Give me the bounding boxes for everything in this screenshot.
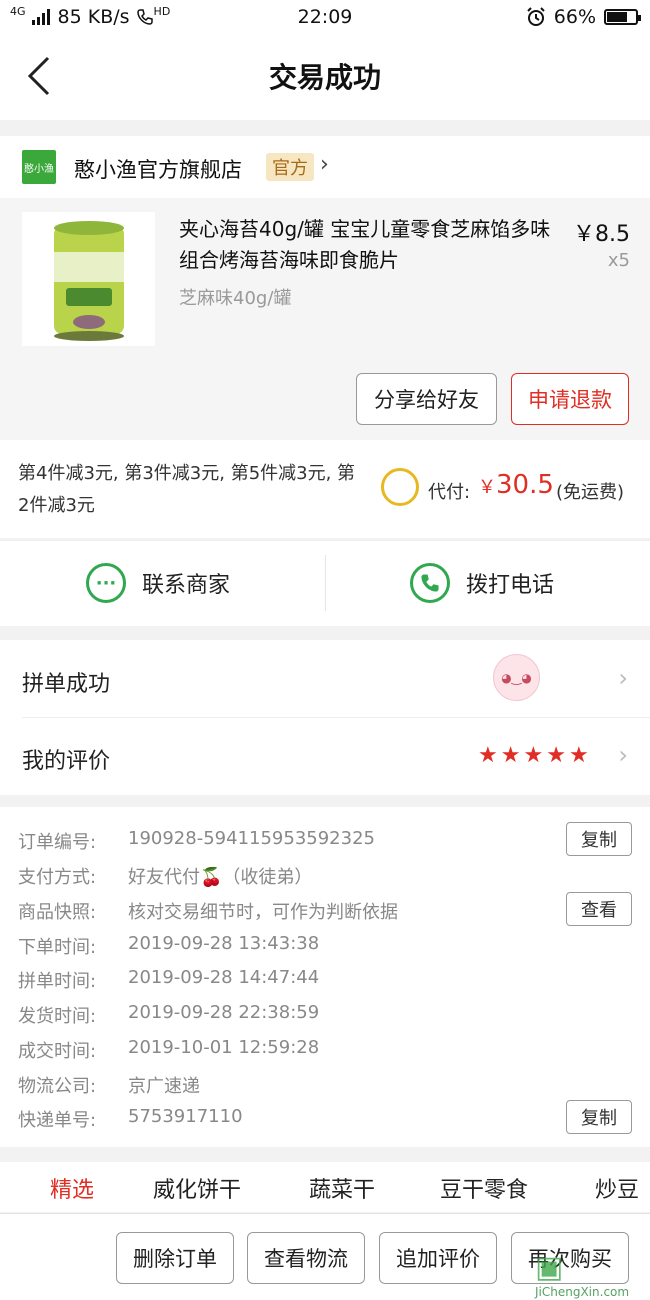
currency-symbol: ￥: [478, 477, 496, 498]
view-logistics-button[interactable]: 查看物流: [247, 1232, 365, 1284]
page-title: 交易成功: [268, 61, 381, 94]
detail-value: 核对交易细节时，可作为判断依据: [128, 902, 398, 923]
detail-key: 商品快照:: [18, 902, 97, 923]
detail-row-deal-time: 成交时间: 2019-10-01 12:59:28: [18, 1037, 319, 1063]
shop-name: 憨小渔官方旗舰店: [74, 158, 242, 182]
contact-merchant-button[interactable]: ··· 联系商家: [86, 563, 230, 603]
nav-bar: 交易成功: [0, 34, 650, 120]
detail-value: 京广速递: [128, 1076, 200, 1097]
copy-order-id-button[interactable]: 复制: [566, 822, 632, 856]
group-review-card: 拼单成功 ◕‿◕ › 我的评价 ★ ★ ★ ★ ★ ›: [0, 640, 650, 795]
detail-value: 2019-09-28 14:47:44: [128, 967, 320, 988]
product-price: ￥8.5: [573, 222, 630, 247]
product-card[interactable]: 夹心海苔40g/罐 宝宝儿童零食芝麻馅多味组合烤海苔海味即食脆片 芝麻味40g/…: [0, 198, 650, 440]
call-button[interactable]: 拨打电话: [410, 563, 554, 603]
call-label: 拨打电话: [466, 573, 555, 598]
pay-amount: ￥30.5: [478, 470, 554, 500]
refund-button[interactable]: 申请退款: [511, 373, 629, 425]
detail-row-payment: 支付方式: 好友代付🍒（收徒弟）: [18, 863, 312, 889]
detail-value: 2019-10-01 12:59:28: [128, 1037, 320, 1058]
copy-tracking-button[interactable]: 复制: [566, 1100, 632, 1134]
star-icon: ★: [478, 743, 498, 768]
amount-value: 30.5: [496, 470, 554, 500]
seaweed-can-image: [54, 221, 124, 341]
chevron-right-icon[interactable]: ›: [618, 664, 628, 692]
watermark-logo: ▣: [535, 1250, 564, 1285]
my-review-label[interactable]: 我的评价: [22, 743, 110, 775]
star-icon: ★: [500, 743, 521, 768]
battery-icon: [604, 9, 641, 25]
detail-key: 下单时间:: [18, 937, 97, 958]
chat-icon: ···: [86, 563, 126, 603]
status-bar: 4G 85 KB/s HD 22:09 66%: [0, 0, 650, 34]
detail-row-group-time: 拼单时间: 2019-09-28 14:47:44: [18, 967, 319, 993]
review-stars: ★ ★ ★ ★ ★: [478, 743, 589, 768]
detail-row-snapshot: 商品快照: 核对交易细节时，可作为判断依据: [18, 898, 398, 924]
detail-value: 2019-09-28 13:43:38: [128, 933, 320, 954]
view-snapshot-button[interactable]: 查看: [566, 892, 632, 926]
payer-avatar: [381, 468, 419, 506]
star-icon: ★: [523, 743, 544, 768]
divider: [22, 717, 650, 718]
tab-wafer[interactable]: 威化饼干: [153, 1172, 241, 1204]
product-spec: 芝麻味40g/罐: [179, 288, 292, 309]
group-member-avatar[interactable]: ◕‿◕: [493, 654, 540, 701]
watermark: ▣ JiChengXin.com: [535, 1250, 629, 1299]
detail-row-ship-time: 发货时间: 2019-09-28 22:38:59: [18, 1002, 319, 1028]
phone-icon: [410, 563, 450, 603]
payment-row: 第4件减3元, 第3件减3元, 第5件减3元, 第2件减3元 代付: ￥30.5…: [0, 440, 650, 538]
shop-row[interactable]: 憨小渔 憨小渔官方旗舰店 官方 ›: [0, 136, 650, 198]
share-button[interactable]: 分享给好友: [356, 373, 497, 425]
delete-order-button[interactable]: 删除订单: [116, 1232, 234, 1284]
chevron-right-icon[interactable]: ›: [618, 741, 628, 769]
order-details: 订单编号: 190928-594115953592325 复制 支付方式: 好友…: [0, 807, 650, 1147]
detail-value: 190928-594115953592325: [128, 828, 375, 849]
product-image[interactable]: [22, 212, 155, 346]
star-icon: ★: [546, 743, 566, 768]
detail-row-courier: 物流公司: 京广速递: [18, 1072, 200, 1098]
star-icon: ★: [568, 743, 589, 768]
shop-logo: 憨小渔: [22, 150, 56, 184]
product-title[interactable]: 夹心海苔40g/罐 宝宝儿童零食芝麻馅多味组合烤海苔海味即食脆片: [179, 214, 559, 276]
contact-merchant-label: 联系商家: [142, 573, 231, 598]
shipping-note: (免运费): [556, 482, 625, 503]
watermark-text: JiChengXin.com: [535, 1285, 630, 1299]
divider: [325, 555, 326, 611]
add-review-button[interactable]: 追加评价: [379, 1232, 497, 1284]
official-badge: 官方: [266, 153, 314, 181]
detail-value: 5753917110: [128, 1106, 243, 1127]
detail-key: 订单编号:: [18, 832, 97, 853]
recommend-tabs: 精选 威化饼干 蔬菜干 豆干零食 炒豆: [0, 1162, 650, 1212]
detail-value: 好友代付🍒（收徒弟）: [128, 867, 313, 888]
tab-fried-beans[interactable]: 炒豆: [595, 1172, 639, 1204]
alarm-icon: [527, 7, 545, 26]
detail-value: 2019-09-28 22:38:59: [128, 1002, 320, 1023]
tab-veg-chips[interactable]: 蔬菜干: [309, 1172, 375, 1204]
detail-row-tracking: 快递单号: 5753917110: [18, 1106, 243, 1132]
detail-key: 支付方式:: [18, 867, 97, 888]
detail-key: 发货时间:: [18, 1006, 97, 1027]
status-right: 66%: [526, 6, 641, 28]
detail-row-order-id: 订单编号: 190928-594115953592325: [18, 828, 375, 854]
battery-percent: 66%: [553, 6, 596, 28]
discount-text: 第4件减3元, 第3件减3元, 第5件减3元, 第2件减3元: [18, 463, 356, 516]
product-qty: x5: [607, 250, 630, 271]
detail-key: 拼单时间:: [18, 971, 97, 992]
chevron-right-icon: ›: [320, 152, 329, 177]
tab-featured[interactable]: 精选: [50, 1172, 94, 1204]
group-success-label[interactable]: 拼单成功: [22, 666, 110, 698]
tab-tofu-snack[interactable]: 豆干零食: [440, 1172, 528, 1204]
detail-key: 物流公司:: [18, 1076, 97, 1097]
contact-row: ··· 联系商家 拨打电话: [0, 540, 650, 626]
pay-label: 代付:: [428, 482, 471, 503]
detail-row-order-time: 下单时间: 2019-09-28 13:43:38: [18, 933, 319, 959]
detail-key: 成交时间:: [18, 1041, 97, 1062]
detail-key: 快递单号:: [18, 1110, 97, 1131]
